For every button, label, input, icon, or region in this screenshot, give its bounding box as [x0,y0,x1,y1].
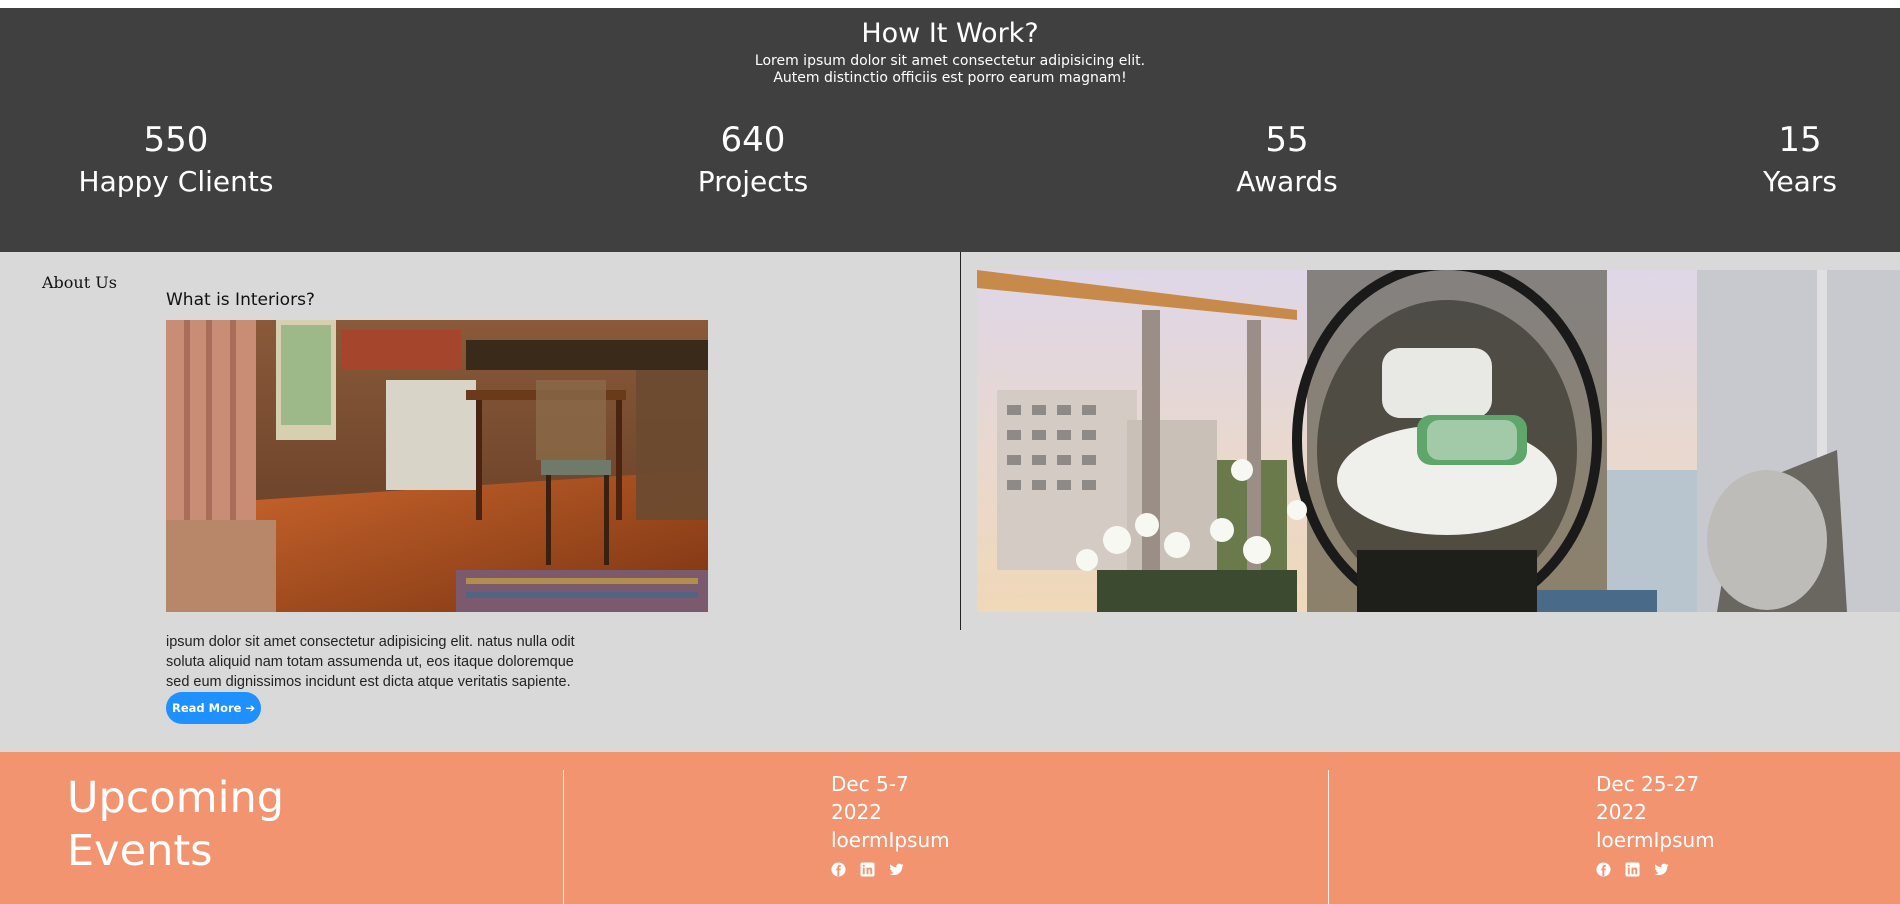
stat-label: Awards [1236,165,1338,198]
events-title: Upcoming Events [67,772,284,878]
about-us-heading: About Us [42,273,117,292]
stat-label: Happy Clients [78,165,274,198]
how-it-works-title: How It Work? [861,18,1039,49]
event-year: 2022 [831,800,882,824]
events-title-line: Events [67,826,213,876]
stat-label: Projects [697,165,809,198]
event-card: Dec 25-27 2022 loermIpsum [1596,770,1715,877]
stat-label: Years [1763,165,1837,198]
facebook-icon[interactable] [1596,862,1611,877]
stat-number: 55 [1265,120,1309,160]
how-it-works-section: How It Work? Lorem ipsum dolor sit amet … [0,8,1900,252]
twitter-icon[interactable] [1654,862,1669,877]
event-social-links [1596,862,1715,877]
linkedin-icon[interactable] [1625,862,1640,877]
dining-room-illustration [166,320,708,612]
stat-awards: 55 Awards [1187,120,1387,204]
about-divider [960,252,961,630]
stat-years: 15 Years [1740,120,1860,204]
event-dates: Dec 25-27 [1596,772,1700,796]
event-card: Dec 5-7 2022 loermIpsum [831,770,950,877]
read-more-button[interactable]: Read More ➔ [166,692,262,724]
about-section: About Us What is Interiors? ipsum dolor … [0,252,1900,752]
stat-number: 640 [720,120,786,160]
how-it-works-description: Lorem ipsum dolor sit amet consectetur a… [0,53,1900,87]
read-more-label: Read More [172,701,242,715]
about-body-text: ipsum dolor sit amet consectetur adipisi… [166,634,575,690]
linkedin-icon[interactable] [860,862,875,877]
stat-number: 550 [143,120,209,160]
event-year: 2022 [1596,800,1647,824]
twitter-icon[interactable] [889,862,904,877]
balcony-illustration [977,270,1900,612]
events-divider [1328,770,1329,904]
upcoming-events-section: Upcoming Events Dec 5-7 2022 loermIpsum … [0,752,1900,904]
about-body: ipsum dolor sit amet consectetur adipisi… [166,632,576,724]
events-title-line: Upcoming [67,773,285,823]
arrow-right-icon: ➔ [245,701,256,715]
balcony-photo [977,270,1900,612]
events-divider [563,770,564,904]
event-name: loermIpsum [831,828,950,852]
page: How It Work? Lorem ipsum dolor sit amet … [0,0,1900,904]
stat-projects: 640 Projects [653,120,853,204]
dining-room-photo [166,320,708,612]
description-line: Lorem ipsum dolor sit amet consectetur a… [754,53,1146,69]
event-dates: Dec 5-7 [831,772,909,796]
event-social-links [831,862,950,877]
about-question: What is Interiors? [166,290,315,310]
facebook-icon[interactable] [831,862,846,877]
event-name: loermIpsum [1596,828,1715,852]
stat-happy-clients: 550 Happy Clients [76,120,276,204]
description-line: Autem distinctio officiis est porro earu… [773,70,1127,86]
stat-number: 15 [1778,120,1822,160]
